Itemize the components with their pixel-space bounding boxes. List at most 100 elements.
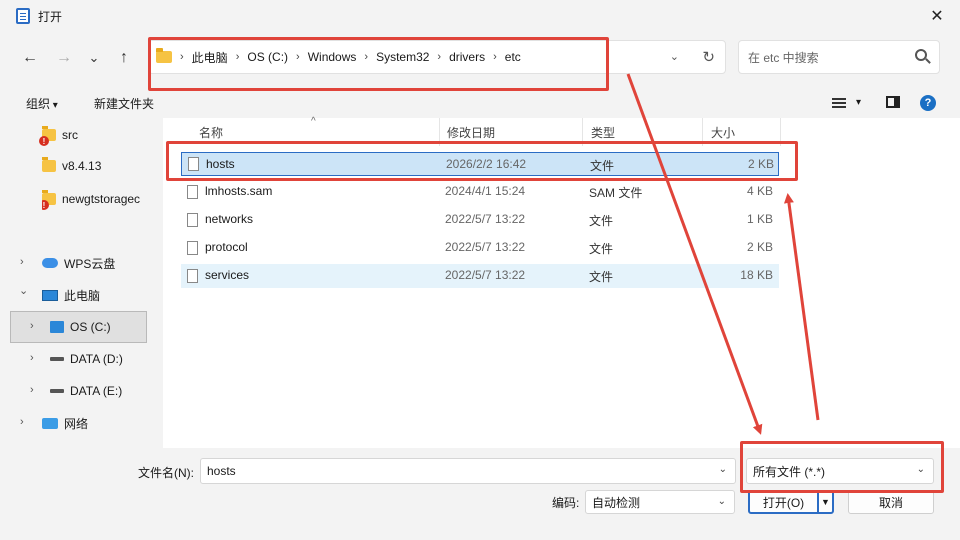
file-row-protocol[interactable]: protocol 2022/5/7 13:22 文件 2 KB <box>181 236 779 260</box>
breadcrumb-windows[interactable]: Windows <box>308 50 357 64</box>
folder-icon <box>156 48 172 63</box>
cancel-button[interactable]: 取消 <box>848 490 934 514</box>
sidebar-item-label: OS (C:) <box>70 320 111 334</box>
filter-value: 所有文件 (*.*) <box>753 464 826 479</box>
sidebar-item-v8-4-13[interactable]: v8.4.13 <box>42 151 101 181</box>
file-size: 2 KB <box>746 240 773 254</box>
chevron-right-icon[interactable]: › <box>30 384 34 396</box>
filename-value: hosts <box>207 464 236 478</box>
sidebar-item-os-c[interactable]: OS (C:) <box>50 312 111 342</box>
file-size: 1 KB <box>746 212 773 226</box>
chevron-down-icon[interactable]: ⌄ <box>718 496 726 507</box>
file-size: 18 KB <box>740 268 773 282</box>
file-type: SAM 文件 <box>589 186 643 200</box>
file-list: ^ 名称 修改日期 类型 大小 hosts 2026/2/2 16:42 文件 … <box>163 116 960 448</box>
navigation-row: ← → ⌄ ↑ › 此电脑 › OS (C:) › Windows › Syst… <box>0 32 960 86</box>
windows-drive-icon <box>50 321 64 333</box>
folder-warning-icon <box>39 126 56 146</box>
file-row-hosts[interactable]: hosts 2026/2/2 16:42 文件 2 KB <box>181 152 779 176</box>
file-size: 4 KB <box>746 184 773 198</box>
open-button[interactable]: 打开(O) <box>748 490 819 514</box>
window-title: 打开 <box>38 9 63 24</box>
file-icon <box>187 213 198 227</box>
file-icon <box>187 241 198 255</box>
preview-pane-icon[interactable] <box>886 96 900 108</box>
sidebar-item-label: v8.4.13 <box>62 159 102 173</box>
breadcrumb-separator[interactable]: › <box>236 51 240 63</box>
column-size[interactable]: 大小 <box>703 118 781 146</box>
list-view-icon[interactable] <box>832 98 846 108</box>
title-bar: 打开 ✕ <box>0 0 960 32</box>
open-options-dropdown[interactable]: ▼ <box>818 490 834 514</box>
file-modified: 2022/5/7 13:22 <box>445 212 526 226</box>
organize-button[interactable]: 组织 <box>26 95 58 112</box>
breadcrumb-system32[interactable]: System32 <box>376 50 429 64</box>
chevron-right-icon[interactable]: › <box>30 320 34 332</box>
sidebar-item-this-pc[interactable]: 此电脑 <box>42 280 100 310</box>
breadcrumb-separator[interactable]: › <box>296 51 300 63</box>
filename-input[interactable]: hosts ⌄ <box>200 458 736 484</box>
computer-icon <box>42 289 58 301</box>
cloud-icon <box>42 258 58 268</box>
forward-button[interactable]: → <box>50 44 78 72</box>
file-icon <box>187 269 198 283</box>
breadcrumb-etc[interactable]: etc <box>505 50 521 64</box>
drive-icon <box>50 357 64 361</box>
notepad-app-icon <box>16 8 30 24</box>
sidebar-item-data-e[interactable]: DATA (E:) <box>50 376 122 406</box>
breadcrumb-this-pc[interactable]: 此电脑 <box>192 49 228 66</box>
chevron-down-icon[interactable]: ⌄ <box>719 464 727 475</box>
file-type-filter[interactable]: 所有文件 (*.*) ⌄ <box>746 458 934 484</box>
file-name: protocol <box>205 240 248 254</box>
chevron-right-icon[interactable]: › <box>20 256 24 268</box>
breadcrumb-drivers[interactable]: drivers <box>449 50 485 64</box>
chevron-right-icon[interactable]: › <box>30 352 34 364</box>
sidebar-item-src[interactable]: src <box>39 120 78 150</box>
breadcrumb-separator[interactable]: › <box>364 51 368 63</box>
file-row-lmhosts[interactable]: lmhosts.sam 2024/4/1 15:24 SAM 文件 4 KB <box>181 180 779 204</box>
sidebar-item-data-d[interactable]: DATA (D:) <box>50 344 123 374</box>
chevron-down-icon[interactable]: ⌄ <box>917 464 925 475</box>
folder-icon <box>42 157 56 172</box>
recent-locations-button[interactable]: ⌄ <box>80 44 108 72</box>
file-name: lmhosts.sam <box>205 184 273 198</box>
address-history-dropdown[interactable]: ⌄ <box>670 50 679 63</box>
chevron-down-icon[interactable]: ⌄ <box>19 284 28 297</box>
back-button[interactable]: ← <box>16 44 44 72</box>
search-input[interactable]: 在 etc 中搜索 <box>738 40 940 74</box>
up-button[interactable]: ↑ <box>110 44 138 72</box>
chevron-right-icon[interactable]: › <box>20 416 24 428</box>
address-bar[interactable]: › 此电脑 › OS (C:) › Windows › System32 › d… <box>148 40 726 74</box>
new-folder-button[interactable]: 新建文件夹 <box>94 95 154 112</box>
file-icon <box>187 185 198 199</box>
sidebar-item-label: src <box>62 128 78 142</box>
refresh-icon[interactable]: ↻ <box>702 48 715 66</box>
sidebar-item-wps-cloud[interactable]: WPS云盘 <box>42 248 115 278</box>
view-options-dropdown[interactable]: ▾ <box>856 97 861 108</box>
search-icon[interactable] <box>915 49 927 61</box>
column-type[interactable]: 类型 <box>583 118 703 146</box>
sidebar-item-newgtstorage[interactable]: newgtstoragec <box>42 184 148 214</box>
sidebar-item-label: 网络 <box>64 416 89 431</box>
sidebar-item-label: newgtstoragec <box>62 192 141 206</box>
breadcrumb-os-c[interactable]: OS (C:) <box>247 50 288 64</box>
filename-label: 文件名(N): <box>138 466 194 480</box>
file-row-networks[interactable]: networks 2022/5/7 13:22 文件 1 KB <box>181 208 779 232</box>
file-modified: 2024/4/1 15:24 <box>445 184 526 198</box>
encoding-select[interactable]: 自动检测 ⌄ <box>585 490 735 514</box>
search-placeholder: 在 etc 中搜索 <box>748 50 819 65</box>
column-header-row: ^ 名称 修改日期 类型 大小 <box>163 116 783 146</box>
breadcrumb-separator[interactable]: › <box>493 51 497 63</box>
file-row-services[interactable]: services 2022/5/7 13:22 文件 18 KB <box>181 264 779 288</box>
file-type: 文件 <box>589 270 614 284</box>
column-modified[interactable]: 修改日期 <box>439 118 583 146</box>
close-button[interactable]: ✕ <box>914 0 960 32</box>
file-modified: 2026/2/2 16:42 <box>446 157 527 171</box>
help-icon[interactable]: ? <box>920 95 936 111</box>
file-name: networks <box>205 212 254 226</box>
breadcrumb-separator[interactable]: › <box>437 51 441 63</box>
column-name[interactable]: 名称 <box>191 118 440 146</box>
folder-warning-icon <box>42 190 56 210</box>
file-type: 文件 <box>589 242 614 256</box>
sidebar-item-network[interactable]: 网络 <box>42 408 88 438</box>
